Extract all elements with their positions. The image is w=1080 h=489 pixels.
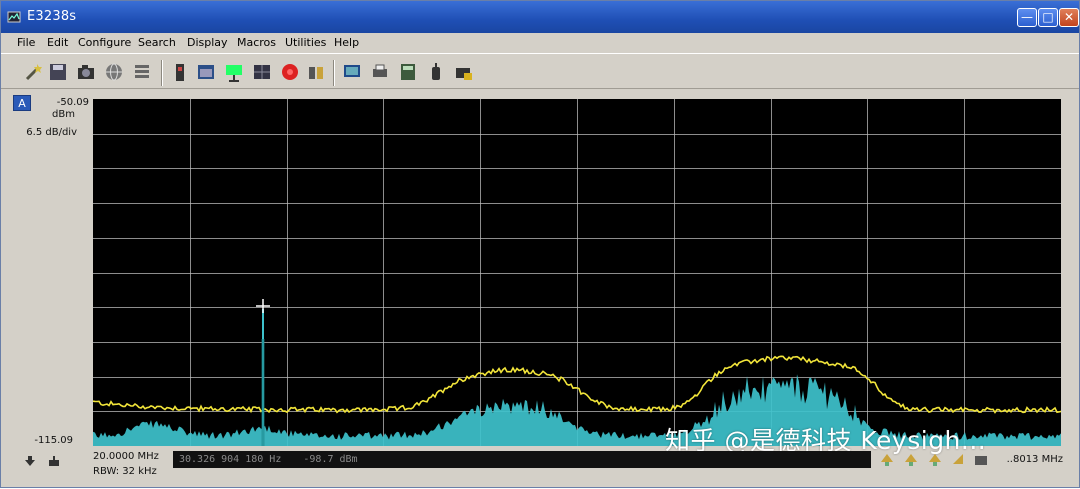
battery-icon[interactable] — [169, 61, 191, 83]
menu-edit[interactable]: Edit — [47, 36, 68, 49]
record-icon[interactable] — [279, 61, 301, 83]
marker-readout: 30.326 904 180 Hz -98.7 dBm — [173, 451, 871, 468]
printer-icon[interactable] — [369, 61, 391, 83]
device-icon[interactable] — [425, 61, 447, 83]
marker-delta-icon[interactable] — [951, 452, 967, 468]
trace-selector[interactable]: A — [13, 95, 31, 111]
down-arrow-icon[interactable] — [23, 454, 37, 468]
reference-unit: dBm — [52, 109, 75, 120]
globe-icon[interactable] — [103, 61, 125, 83]
folder-icon[interactable] — [453, 61, 475, 83]
minimize-button[interactable]: — — [1017, 8, 1037, 27]
spectrum-display[interactable] — [93, 99, 1061, 446]
calculator-icon[interactable] — [397, 61, 419, 83]
maximize-button[interactable]: □ — [1038, 8, 1058, 27]
close-button[interactable]: ✕ — [1059, 8, 1079, 27]
marker-next-icon[interactable] — [903, 452, 919, 468]
marker-amplitude: -98.7 dBm — [303, 454, 358, 465]
scale-per-division: 6.5 dB/div — [26, 127, 77, 138]
list-icon[interactable] — [131, 61, 153, 83]
people-icon[interactable] — [305, 61, 327, 83]
antenna-icon[interactable] — [223, 61, 245, 83]
monitor-icon[interactable] — [341, 61, 363, 83]
menu-display[interactable]: Display — [187, 36, 228, 49]
menu-file[interactable]: File — [17, 36, 35, 49]
toolbar — [1, 53, 1079, 89]
tool-wand-icon[interactable] — [23, 61, 45, 83]
marker-frequency: 30.326 904 180 Hz — [179, 454, 282, 465]
spectrum-plot[interactable] — [93, 99, 1061, 446]
menu-search[interactable]: Search — [138, 36, 176, 49]
reference-level: -50.09 — [56, 97, 89, 108]
marker-prev-icon[interactable] — [927, 452, 943, 468]
toolbar-separator — [333, 60, 335, 86]
menu-bar: File Edit Configure Search Display Macro… — [1, 33, 1079, 53]
status-bar: 20.0000 MHz RBW: 32 kHz 30.326 904 180 H… — [1, 446, 1079, 489]
marker-table-icon[interactable] — [973, 452, 989, 468]
resolution-bandwidth: RBW: 32 kHz — [93, 466, 157, 477]
bottom-level: -115.09 — [34, 435, 73, 446]
app-icon — [7, 11, 21, 23]
menu-utilities[interactable]: Utilities — [285, 36, 326, 49]
application-window: E3238s — □ ✕ File Edit Configure Search … — [0, 0, 1080, 488]
title-bar: E3238s — □ ✕ — [1, 1, 1079, 33]
menu-configure[interactable]: Configure — [78, 36, 131, 49]
disk-icon[interactable] — [47, 61, 69, 83]
stop-frequency: ..8013 MHz — [1006, 454, 1063, 465]
window-title: E3238s — [27, 9, 77, 24]
grid-icon[interactable] — [251, 61, 273, 83]
toolbar-separator — [161, 60, 163, 86]
start-frequency: 20.0000 MHz — [93, 451, 159, 462]
marker-up-icon[interactable] — [879, 452, 895, 468]
peak-icon[interactable] — [47, 454, 61, 468]
scale-panel: A -50.09 dBm 6.5 dB/div -115.09 — [1, 89, 93, 449]
menu-help[interactable]: Help — [334, 36, 359, 49]
camera-icon[interactable] — [75, 61, 97, 83]
menu-macros[interactable]: Macros — [237, 36, 276, 49]
window-icon[interactable] — [195, 61, 217, 83]
